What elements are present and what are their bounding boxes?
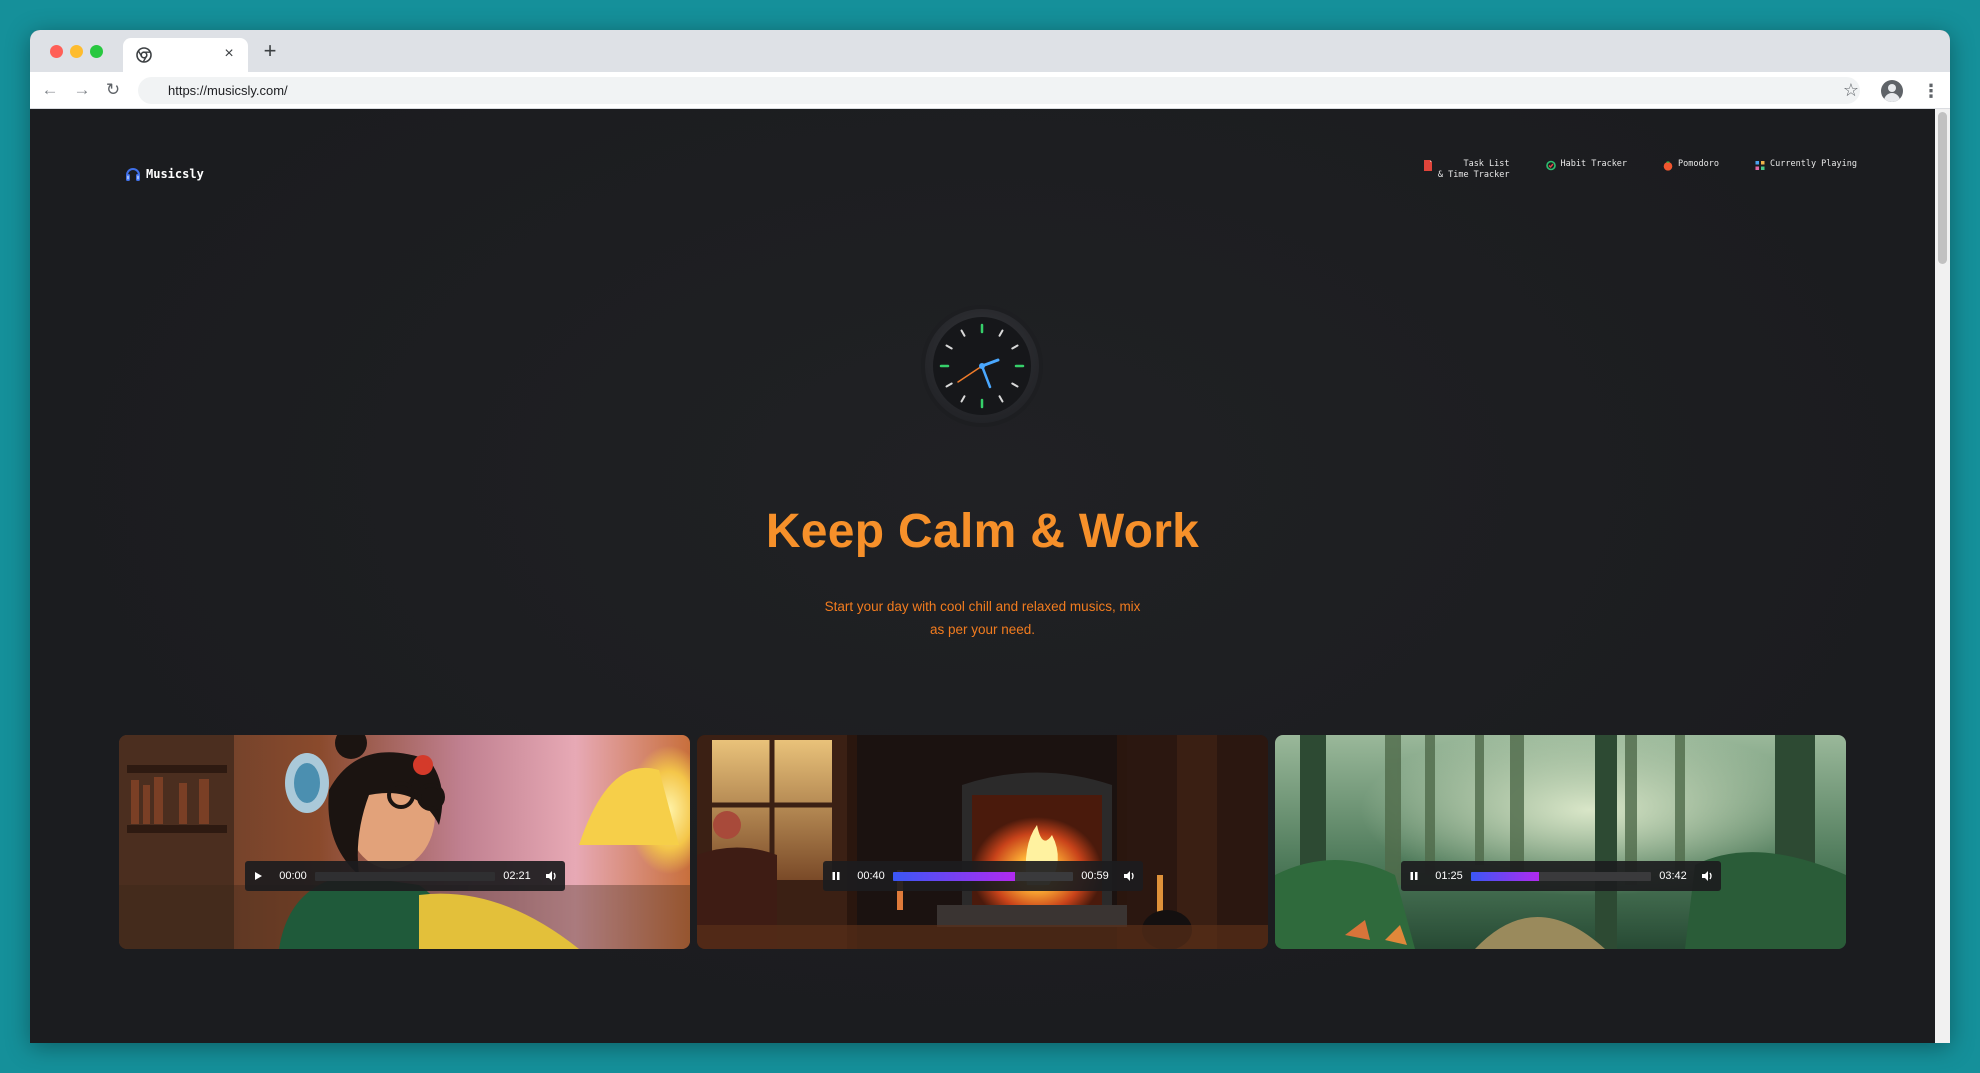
browser-window: × + ← → ↻ https://musicsly.com/ ☆ ⋮ Musi…: [30, 30, 1950, 1043]
url-input[interactable]: https://musicsly.com/: [138, 77, 1860, 104]
pause-button[interactable]: [1401, 861, 1427, 891]
volume-icon: [1124, 871, 1134, 881]
hero-title: Keep Calm & Work: [765, 505, 1200, 558]
brand-logo-link[interactable]: Musicsly: [125, 164, 204, 184]
chrome-icon: [136, 47, 152, 63]
back-icon[interactable]: ←: [40, 80, 60, 100]
pause-icon: [1410, 872, 1418, 880]
browser-menu-icon[interactable]: ⋮: [1922, 80, 1940, 102]
seek-bar[interactable]: [893, 871, 1073, 881]
top-navigation: Task List & Time Tracker Habit Tracker P…: [1423, 159, 1857, 181]
volume-button[interactable]: [1117, 861, 1143, 891]
headphones-icon: [126, 168, 140, 181]
close-tab-icon[interactable]: ×: [220, 45, 238, 63]
card-girl-headphones[interactable]: 00:00 02:21: [119, 735, 690, 949]
address-bar: ← → ↻ https://musicsly.com/ ☆ ⋮: [30, 72, 1950, 109]
audio-player[interactable]: 00:00 02:21: [245, 861, 565, 891]
habit-icon: [1545, 160, 1556, 171]
volume-icon: [1702, 871, 1712, 881]
pause-icon: [832, 872, 840, 880]
card-fireplace[interactable]: 00:40 00:59: [697, 735, 1268, 949]
volume-button[interactable]: [539, 861, 565, 891]
tomato-icon: [1663, 161, 1673, 171]
current-time: 00:00: [279, 870, 307, 882]
reload-icon[interactable]: ↻: [103, 80, 123, 100]
seek-bar-fill: [1471, 871, 1540, 881]
pause-button[interactable]: [823, 861, 849, 891]
duration-time: 03:42: [1659, 870, 1687, 882]
current-time: 01:25: [1435, 870, 1463, 882]
nav-habit-tracker[interactable]: Habit Tracker: [1545, 159, 1628, 171]
girl-headphones-image: [119, 735, 690, 949]
browser-tab[interactable]: ×: [123, 38, 248, 72]
analog-clock: [921, 305, 1043, 427]
volume-button[interactable]: [1695, 861, 1721, 891]
tab-bar: × +: [30, 30, 1950, 72]
page-viewport: Musicsly Task List & Time Tracker Habit …: [30, 109, 1950, 1043]
ambience-cards: 00:00 02:21 00:40 00:59 01:25 03:42: [119, 735, 1846, 949]
audio-player[interactable]: 00:40 00:59: [823, 861, 1143, 891]
nav-habit-tracker-label: Habit Tracker: [1560, 159, 1628, 169]
fireplace-image: [697, 735, 1268, 949]
nav-currently-playing[interactable]: Currently Playing: [1755, 159, 1857, 171]
minimize-window-button[interactable]: [70, 45, 83, 58]
current-time: 00:40: [857, 870, 885, 882]
nav-task-list-label: Task List & Time Tracker: [1437, 159, 1510, 180]
nav-pomodoro[interactable]: Pomodoro: [1663, 159, 1719, 171]
seek-bar[interactable]: [315, 871, 495, 881]
play-icon: [255, 872, 262, 880]
play-button[interactable]: [245, 861, 271, 891]
scrollbar-thumb[interactable]: [1938, 112, 1947, 264]
forest-image: [1275, 735, 1846, 949]
playlist-icon: [1755, 161, 1765, 170]
nav-task-list[interactable]: Task List & Time Tracker: [1423, 159, 1510, 181]
seek-bar[interactable]: [1471, 871, 1651, 881]
brand-name: Musicsly: [146, 167, 204, 181]
new-tab-button[interactable]: +: [258, 39, 282, 63]
seek-bar-fill: [893, 871, 1016, 881]
hero-subtitle: Start your day with cool chill and relax…: [824, 599, 1141, 637]
duration-time: 02:21: [503, 870, 531, 882]
profile-avatar-icon[interactable]: [1881, 80, 1903, 102]
nav-pomodoro-label: Pomodoro: [1678, 159, 1719, 169]
volume-icon: [546, 871, 556, 881]
duration-time: 00:59: [1081, 870, 1109, 882]
forward-icon[interactable]: →: [72, 80, 92, 100]
nav-currently-playing-label: Currently Playing: [1770, 159, 1857, 169]
document-icon: [1423, 160, 1432, 171]
page-scrollbar[interactable]: [1935, 109, 1950, 1043]
card-forest[interactable]: 01:25 03:42: [1275, 735, 1846, 949]
close-window-button[interactable]: [50, 45, 63, 58]
bookmark-star-icon[interactable]: ☆: [1840, 79, 1862, 101]
maximize-window-button[interactable]: [90, 45, 103, 58]
audio-player[interactable]: 01:25 03:42: [1401, 861, 1721, 891]
